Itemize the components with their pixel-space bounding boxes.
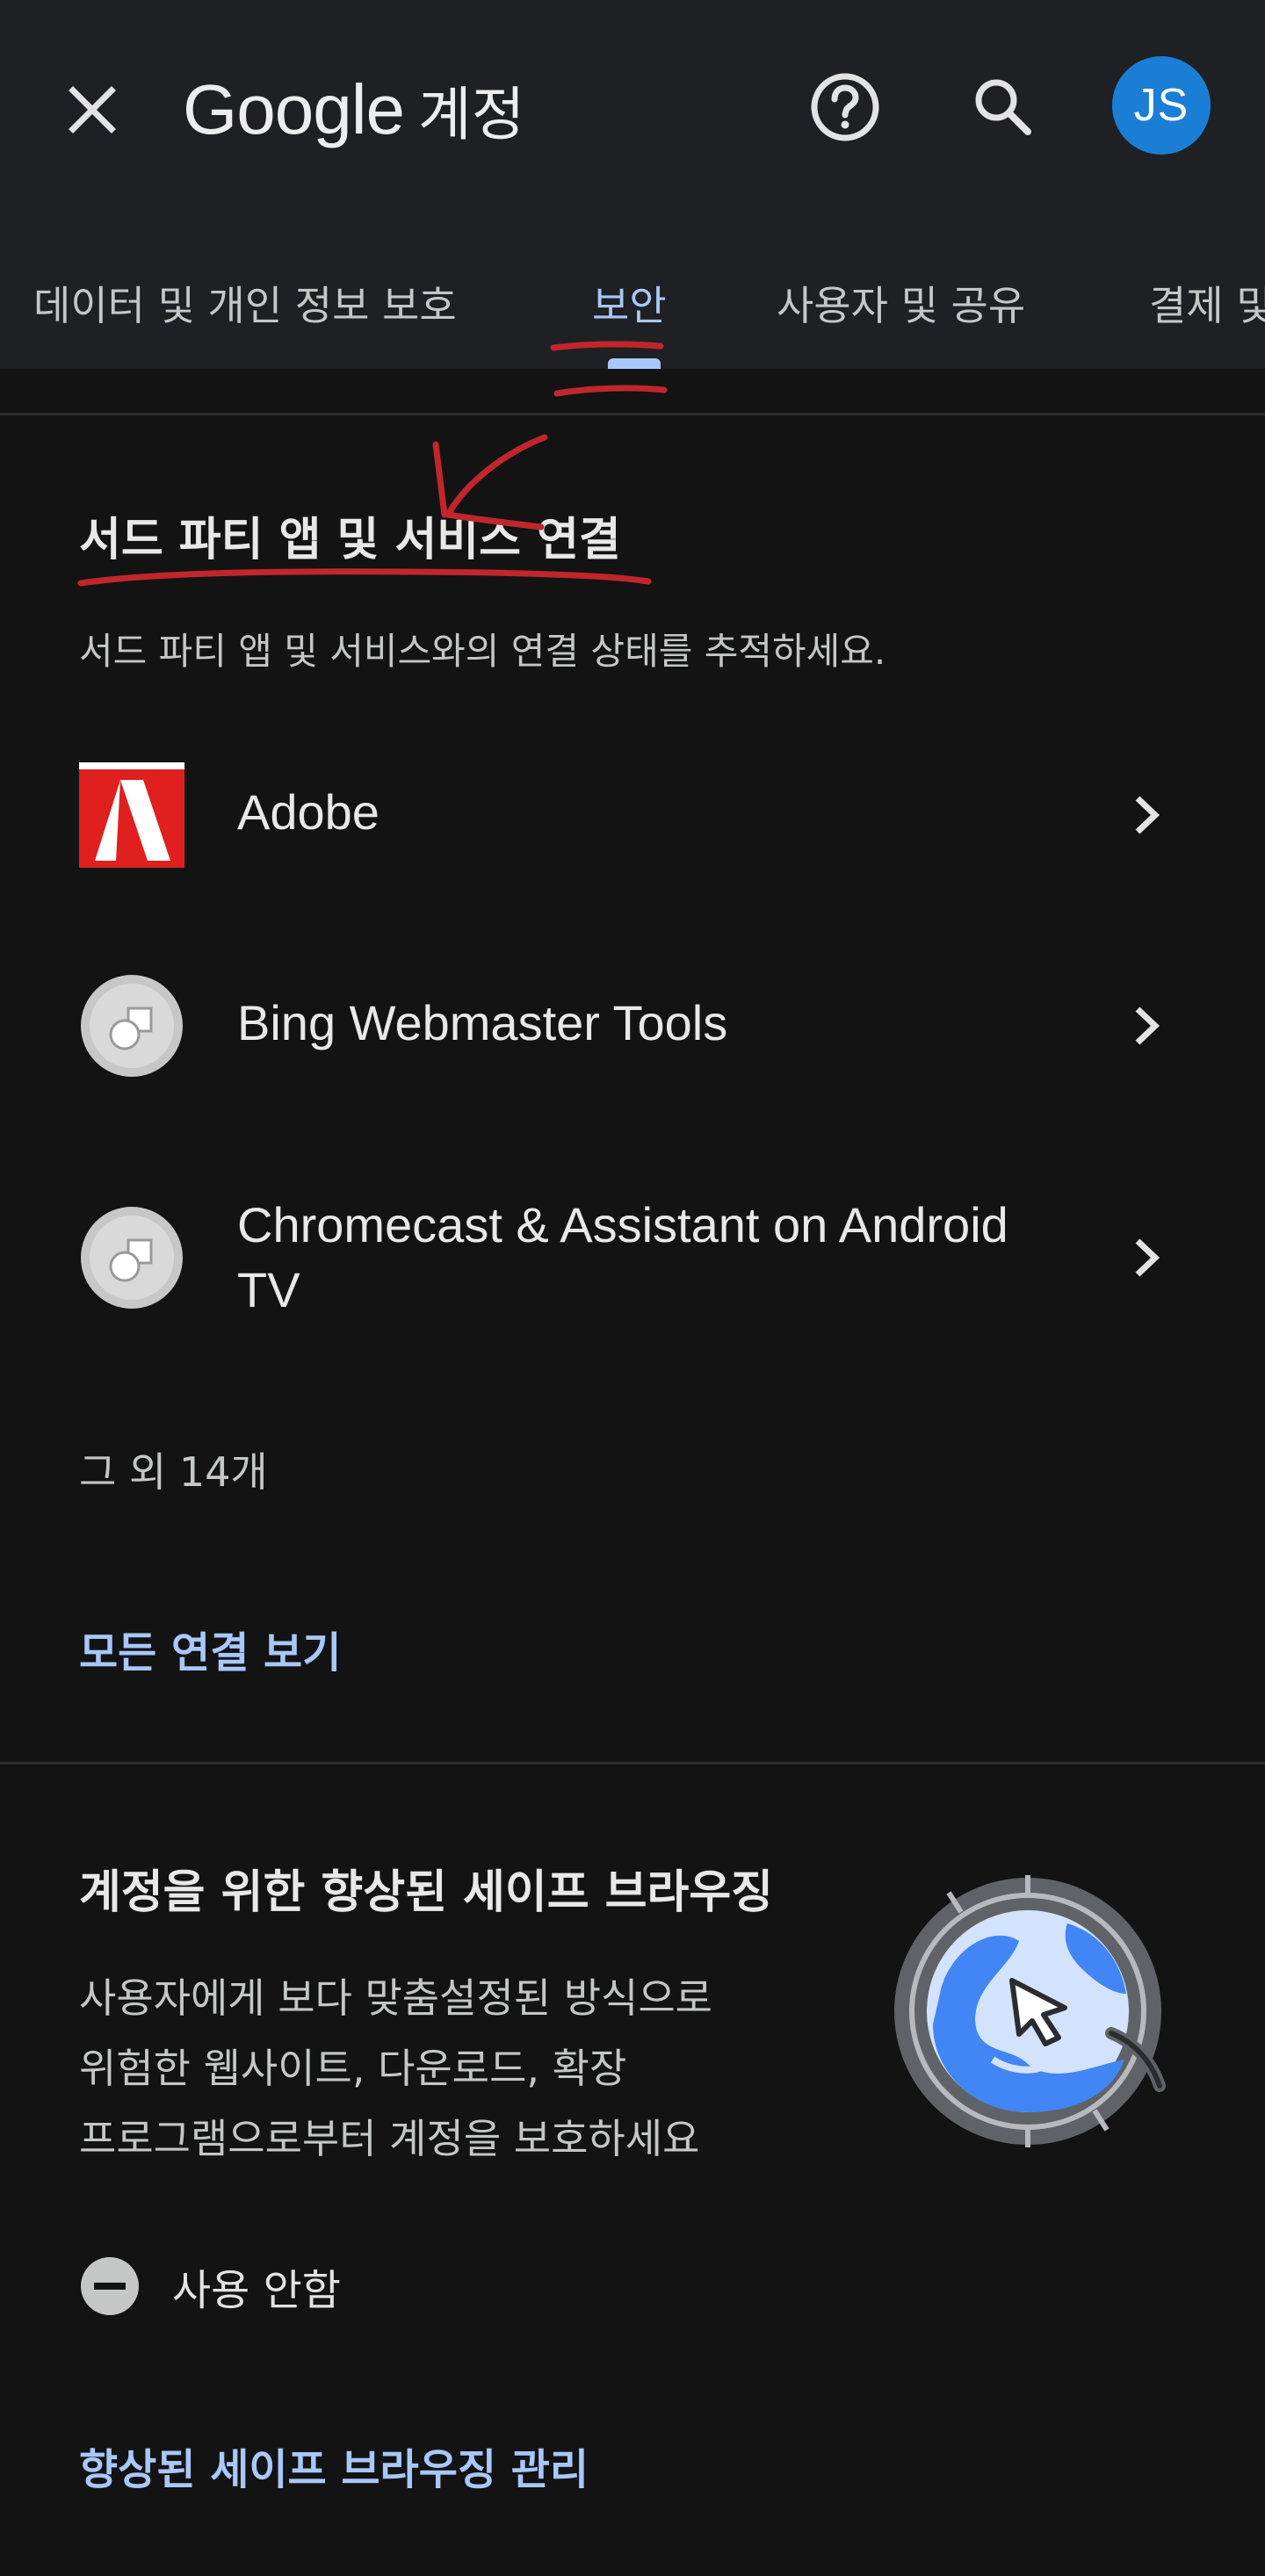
tab-payments[interactable]: 결제 및 구독 <box>1149 272 1265 334</box>
brand-suffix: 계정 <box>417 81 525 148</box>
brand-title: Google 계정 <box>183 61 524 158</box>
chevron-right-icon <box>1116 1227 1177 1288</box>
brand-google: Google <box>183 70 405 148</box>
generic-app-icon <box>79 1205 184 1310</box>
view-all-connections-link[interactable]: 모든 연결 보기 <box>79 1618 341 1679</box>
section-divider <box>0 413 1265 415</box>
safe-browsing-title: 계정을 위한 향상된 세이프 브라우징 <box>79 1866 774 1919</box>
tab-bar: 데이터 및 개인 정보 보호 보안 사용자 및 공유 결제 및 구독 <box>0 263 1265 369</box>
tab-security[interactable]: 보안 <box>592 272 667 334</box>
safe-browsing-status-text: 사용 안함 <box>172 2266 341 2315</box>
app-bar: Google 계정 JS 데이터 및 개인 정보 보호 보안 사용자 및 공유 … <box>0 0 1265 369</box>
tab-data-privacy[interactable]: 데이터 및 개인 정보 보호 <box>33 272 457 334</box>
manage-safe-browsing-link[interactable]: 향상된 세이프 브라우징 관리 <box>79 2435 589 2496</box>
safe-browsing-description: 사용자에게 보다 맞춤설정된 방식으로 위험한 웹사이트, 다운로드, 확장 프… <box>79 1963 808 2174</box>
app-row-chromecast[interactable]: Chromecast & Assistant on Android TV <box>0 1187 1265 1328</box>
app-name-adobe: Adobe <box>237 784 380 840</box>
adobe-logo-icon <box>79 762 184 868</box>
safe-browsing-status: 사용 안함 <box>79 2255 341 2317</box>
chevron-right-icon <box>1116 995 1177 1057</box>
chevron-right-icon <box>1116 784 1177 846</box>
safe-browsing-description-line: 위험한 웹사이트, 다운로드, 확장 <box>79 2045 627 2092</box>
safe-browsing-description-line: 사용자에게 보다 맞춤설정된 방식으로 <box>79 1974 712 2022</box>
app-row-adobe[interactable]: Adobe <box>0 762 1265 868</box>
safe-browsing-globe-illustration <box>878 1862 1195 2161</box>
search-button[interactable] <box>959 63 1047 151</box>
app-row-bing[interactable]: Bing Webmaster Tools <box>0 973 1265 1079</box>
more-connections-count: 그 외 14개 <box>79 1448 268 1496</box>
third-party-title: 서드 파티 앱 및 서비스 연결 <box>79 514 621 566</box>
app-name-bing: Bing Webmaster Tools <box>237 995 728 1050</box>
third-party-description: 서드 파티 앱 및 서비스와의 연결 상태를 추적하세요. <box>79 630 886 673</box>
tab-people-sharing[interactable]: 사용자 및 공유 <box>777 272 1025 334</box>
help-icon <box>811 73 879 141</box>
search-icon <box>975 79 1031 135</box>
safe-browsing-description-line: 프로그램으로부터 계정을 보호하세요 <box>79 2115 700 2162</box>
app-name-chromecast: Chromecast & Assistant on Android TV <box>237 1197 1008 1317</box>
close-button[interactable] <box>53 70 132 149</box>
active-tab-indicator <box>608 358 661 369</box>
close-icon <box>69 86 116 133</box>
account-avatar[interactable]: JS <box>1112 56 1211 155</box>
disabled-minus-icon <box>79 2255 141 2317</box>
help-button[interactable] <box>801 63 889 151</box>
generic-app-icon <box>79 973 184 1079</box>
section-divider <box>0 1762 1265 1764</box>
